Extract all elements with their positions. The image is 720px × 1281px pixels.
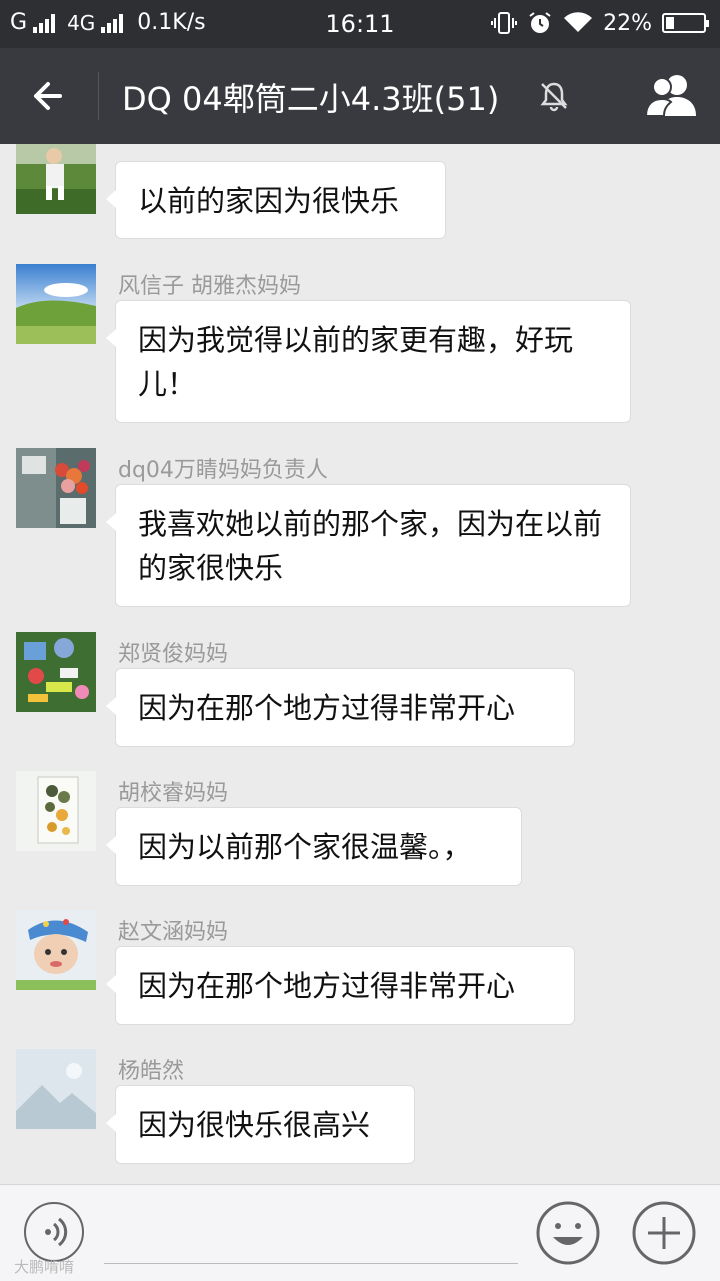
sender-name: 杨皓然 xyxy=(118,1059,185,1084)
sender-name: 郑贤俊妈妈 xyxy=(118,642,229,667)
message-bubble[interactable]: 因为在那个地方过得非常开心 xyxy=(106,946,575,1025)
status-bar: G 4G 0.1K/s 16:11 22% xyxy=(0,0,720,48)
avatar[interactable] xyxy=(16,448,96,528)
text-input[interactable] xyxy=(104,1263,518,1264)
wifi-icon xyxy=(564,12,593,32)
avatar[interactable] xyxy=(16,771,96,851)
message-bubble[interactable]: 因为以前那个家很温馨。， xyxy=(106,807,522,886)
back-arrow-icon[interactable] xyxy=(24,72,72,120)
message-list[interactable]: 以前的家因为很快乐 风信子 胡雅杰妈妈 因为我觉得以前的家更有趣，好玩儿！ dq… xyxy=(0,144,720,1184)
avatar[interactable] xyxy=(16,1049,96,1129)
sender-name: 胡校睿妈妈 xyxy=(118,781,229,806)
plus-icon[interactable] xyxy=(632,1201,696,1265)
bell-muted-icon xyxy=(540,82,568,112)
watermark-text: 大鹏啃唷 xyxy=(14,1258,75,1276)
sender-name: 赵文涵妈妈 xyxy=(118,920,229,945)
voice-icon[interactable] xyxy=(24,1202,84,1262)
avatar[interactable] xyxy=(16,910,96,990)
header-divider xyxy=(98,72,99,120)
emoji-icon[interactable] xyxy=(536,1201,600,1265)
battery-icon xyxy=(662,13,709,33)
chat-header: DQ 04郫筒二小4.3班(51) xyxy=(0,48,720,144)
group-title: DQ 04郫筒二小4.3班(51) xyxy=(122,80,500,118)
input-bar xyxy=(0,1184,720,1281)
battery-percent: 22% xyxy=(603,10,652,36)
group-members-icon[interactable] xyxy=(644,72,698,118)
message-bubble[interactable]: 因为在那个地方过得非常开心 xyxy=(106,668,575,747)
vibrate-icon xyxy=(491,12,518,34)
message-bubble[interactable]: 以前的家因为很快乐 xyxy=(106,161,446,239)
message-bubble[interactable]: 因为很快乐很高兴 xyxy=(106,1085,415,1164)
sender-name: 风信子 胡雅杰妈妈 xyxy=(118,274,301,299)
alarm-icon xyxy=(529,12,551,33)
avatar[interactable] xyxy=(16,264,96,344)
avatar[interactable] xyxy=(16,144,96,214)
message-bubble[interactable]: 因为我觉得以前的家更有趣，好玩儿！ xyxy=(106,300,631,423)
avatar[interactable] xyxy=(16,632,96,712)
message-bubble[interactable]: 我喜欢她以前的那个家，因为在以前的家很快乐 xyxy=(106,484,631,607)
sender-name: dq04万睛妈妈负责人 xyxy=(118,458,328,483)
